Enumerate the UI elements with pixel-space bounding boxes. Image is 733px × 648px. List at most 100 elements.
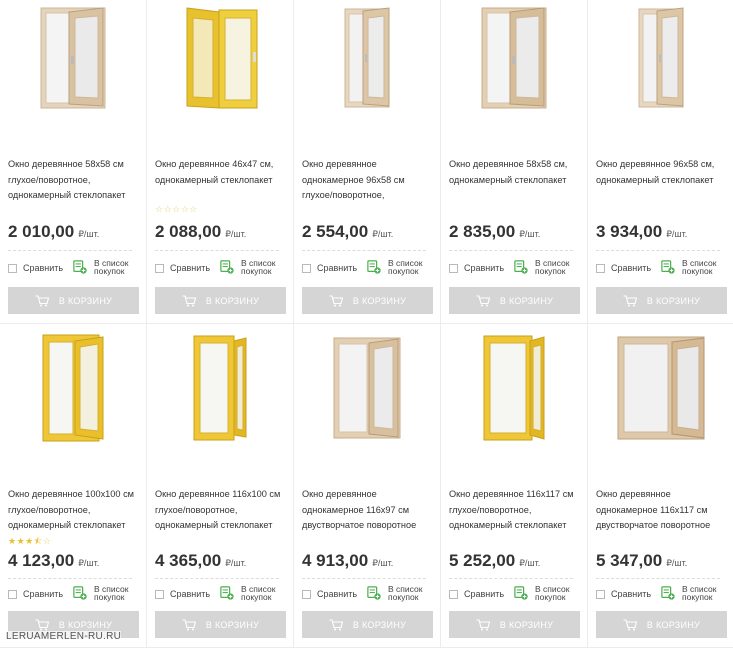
product-image[interactable] bbox=[441, 0, 587, 116]
add-to-list-button[interactable]: В список покупок bbox=[367, 585, 432, 601]
product-title[interactable]: Окно деревянное однокамерное 96х58 см гл… bbox=[302, 157, 436, 204]
product-title[interactable]: Окно деревянное однокамерное 116х97 см д… bbox=[302, 487, 436, 534]
product-title[interactable]: Окно деревянное однокамерное 116х117 см … bbox=[596, 487, 730, 534]
add-to-list-button[interactable]: В список покупок bbox=[514, 585, 579, 601]
divider bbox=[302, 250, 426, 251]
product-title[interactable]: Окно деревянное 116х117 см глухое/поворо… bbox=[449, 487, 583, 534]
compare-label: Сравнить bbox=[170, 589, 211, 599]
add-to-list-button[interactable]: В список покупок bbox=[367, 259, 432, 275]
add-to-list-button[interactable]: В список покупок bbox=[220, 585, 285, 601]
product-image[interactable] bbox=[441, 330, 587, 446]
shopping-list-icon bbox=[367, 260, 381, 274]
compare-label: Сравнить bbox=[317, 263, 358, 273]
add-to-cart-button[interactable]: В КОРЗИНУ bbox=[449, 611, 580, 638]
checkbox[interactable] bbox=[155, 589, 164, 599]
add-to-list-button[interactable]: В список покупок bbox=[220, 259, 285, 275]
product-card[interactable]: Окно деревянное 116х100 см глухое/поворо… bbox=[147, 324, 294, 648]
product-price: 2 835,00 ₽/шт. bbox=[449, 222, 540, 242]
add-to-cart-button[interactable]: В КОРЗИНУ bbox=[596, 611, 727, 638]
add-to-list-button[interactable]: В список покупок bbox=[661, 259, 726, 275]
price-value: 2 010,00 bbox=[8, 222, 75, 241]
add-to-cart-button[interactable]: В КОРЗИНУ bbox=[155, 611, 286, 638]
compare-checkbox[interactable]: Сравнить bbox=[449, 589, 504, 599]
product-card[interactable]: Окно деревянное 58х58 см глухое/поворотн… bbox=[0, 0, 147, 324]
product-card[interactable]: Окно деревянное 46х47 см, однокамерный с… bbox=[147, 0, 294, 324]
product-card[interactable]: Окно деревянное однокамерное 116х117 см … bbox=[588, 324, 733, 648]
cart-icon bbox=[35, 618, 49, 630]
product-price: 3 934,00 ₽/шт. bbox=[596, 222, 687, 242]
product-card[interactable]: Окно деревянное 96х58 см, однокамерный с… bbox=[588, 0, 733, 324]
compare-checkbox[interactable]: Сравнить bbox=[302, 589, 357, 599]
compare-checkbox[interactable]: Сравнить bbox=[8, 589, 63, 599]
product-title[interactable]: Окно деревянное 100х100 см глухое/поворо… bbox=[8, 487, 142, 534]
window-image bbox=[40, 7, 105, 109]
checkbox[interactable] bbox=[8, 263, 17, 273]
compare-checkbox[interactable]: Сравнить bbox=[449, 263, 504, 273]
compare-label: Сравнить bbox=[611, 589, 652, 599]
add-to-list-button[interactable]: В список покупок bbox=[73, 259, 138, 275]
product-card[interactable]: Окно деревянное однокамерное 116х97 см д… bbox=[294, 324, 441, 648]
list-label: В список покупок bbox=[682, 258, 717, 276]
shopping-list-icon bbox=[73, 260, 87, 274]
product-image[interactable] bbox=[0, 330, 146, 446]
product-image[interactable] bbox=[588, 0, 733, 116]
compare-checkbox[interactable]: Сравнить bbox=[596, 589, 651, 599]
add-to-list-button[interactable]: В список покупок bbox=[661, 585, 726, 601]
compare-label: Сравнить bbox=[464, 263, 505, 273]
product-image[interactable] bbox=[588, 330, 733, 446]
checkbox[interactable] bbox=[449, 589, 458, 599]
checkbox[interactable] bbox=[596, 589, 605, 599]
add-to-cart-button[interactable]: В КОРЗИНУ bbox=[449, 287, 580, 314]
checkbox[interactable] bbox=[8, 589, 17, 599]
product-title[interactable]: Окно деревянное 58х58 см глухое/поворотн… bbox=[8, 157, 142, 204]
site-watermark: LERUAMERLEN-RU.RU bbox=[6, 631, 122, 642]
compare-label: Сравнить bbox=[464, 589, 505, 599]
checkbox[interactable] bbox=[596, 263, 605, 273]
product-price: 5 252,00 ₽/шт. bbox=[449, 551, 540, 571]
compare-checkbox[interactable]: Сравнить bbox=[155, 263, 210, 273]
product-card[interactable]: Окно деревянное 116х117 см глухое/поворо… bbox=[441, 324, 588, 648]
price-value: 4 123,00 bbox=[8, 551, 75, 570]
add-to-list-button[interactable]: В список покупок bbox=[514, 259, 579, 275]
compare-checkbox[interactable]: Сравнить bbox=[302, 263, 357, 273]
compare-label: Сравнить bbox=[611, 263, 652, 273]
product-title[interactable]: Окно деревянное 116х100 см глухое/поворо… bbox=[155, 487, 289, 534]
price-unit: ₽/шт. bbox=[372, 558, 394, 568]
add-to-cart-button[interactable]: В КОРЗИНУ bbox=[596, 287, 727, 314]
cart-label: В КОРЗИНУ bbox=[646, 295, 701, 306]
price-unit: ₽/шт. bbox=[372, 229, 394, 239]
cart-label: В КОРЗИНУ bbox=[646, 619, 701, 630]
product-card[interactable]: Окно деревянное 58х58 см, однокамерный с… bbox=[441, 0, 588, 324]
product-image[interactable] bbox=[0, 0, 146, 116]
compare-checkbox[interactable]: Сравнить bbox=[155, 589, 210, 599]
product-image[interactable] bbox=[147, 330, 293, 446]
price-unit: ₽/шт. bbox=[225, 229, 247, 239]
product-title[interactable]: Окно деревянное 46х47 см, однокамерный с… bbox=[155, 157, 289, 188]
divider bbox=[8, 578, 132, 579]
divider bbox=[596, 578, 720, 579]
add-to-cart-button[interactable]: В КОРЗИНУ bbox=[8, 287, 139, 314]
add-to-cart-button[interactable]: В КОРЗИНУ bbox=[302, 611, 433, 638]
product-image[interactable] bbox=[294, 0, 440, 116]
add-to-cart-button[interactable]: В КОРЗИНУ bbox=[302, 287, 433, 314]
compare-checkbox[interactable]: Сравнить bbox=[596, 263, 651, 273]
product-price: 5 347,00 ₽/шт. bbox=[596, 551, 687, 571]
product-image[interactable] bbox=[294, 330, 440, 446]
product-title[interactable]: Окно деревянное 96х58 см, однокамерный с… bbox=[596, 157, 730, 188]
checkbox[interactable] bbox=[302, 263, 311, 273]
list-label: В список покупок bbox=[535, 258, 570, 276]
checkbox[interactable] bbox=[302, 589, 311, 599]
add-to-list-button[interactable]: В список покупок bbox=[73, 585, 138, 601]
window-image bbox=[333, 337, 400, 439]
checkbox[interactable] bbox=[155, 263, 164, 273]
divider bbox=[8, 250, 132, 251]
shopping-list-icon bbox=[514, 260, 528, 274]
product-card[interactable]: Окно деревянное 100х100 см глухое/поворо… bbox=[0, 324, 147, 648]
add-to-cart-button[interactable]: В КОРЗИНУ bbox=[155, 287, 286, 314]
compare-checkbox[interactable]: Сравнить bbox=[8, 263, 63, 273]
product-card[interactable]: Окно деревянное однокамерное 96х58 см гл… bbox=[294, 0, 441, 324]
price-value: 5 347,00 bbox=[596, 551, 663, 570]
product-title[interactable]: Окно деревянное 58х58 см, однокамерный с… bbox=[449, 157, 583, 188]
checkbox[interactable] bbox=[449, 263, 458, 273]
product-image[interactable] bbox=[147, 0, 293, 116]
